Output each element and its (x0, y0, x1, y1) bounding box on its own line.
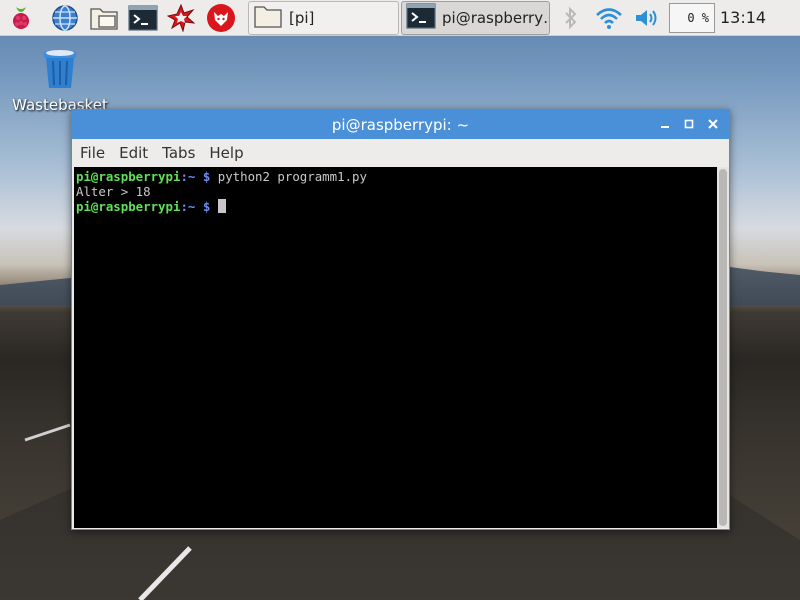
web-browser-icon[interactable] (50, 3, 80, 33)
close-button[interactable] (703, 114, 723, 134)
window-title: pi@raspberrypi: ~ (331, 115, 470, 134)
volume-icon[interactable] (632, 3, 662, 33)
desktop-icon-wastebasket[interactable]: Wastebasket (10, 46, 110, 114)
clock[interactable]: 13:14 (720, 8, 766, 27)
folder-icon (253, 3, 283, 33)
wolfram-icon[interactable] (206, 3, 236, 33)
terminal-icon (406, 3, 436, 33)
task-label: [pi] (289, 9, 315, 27)
maximize-button[interactable] (679, 114, 699, 134)
menu-edit[interactable]: Edit (119, 144, 148, 162)
menu-help[interactable]: Help (209, 144, 243, 162)
prompt-user: pi@raspberrypi (76, 169, 181, 184)
terminal-line: pi@raspberrypi:~ $ (76, 199, 715, 214)
menu-tabs[interactable]: Tabs (162, 144, 195, 162)
terminal-line: pi@raspberrypi:~ $ python2 programm1.py (76, 169, 715, 184)
prompt-path: :~ (180, 169, 196, 184)
task-button-file-manager[interactable]: [pi] (248, 1, 399, 35)
task-button-terminal[interactable]: pi@raspberry… (401, 1, 550, 35)
trash-icon (38, 50, 82, 94)
prompt-user: pi@raspberrypi (76, 199, 181, 214)
prompt-symbol: $ (195, 169, 218, 184)
terminal-window: pi@raspberrypi: ~ File Edit Tabs Help pi… (71, 109, 730, 530)
terminal-icon[interactable] (128, 3, 158, 33)
command-text: python2 programm1.py (217, 169, 367, 184)
output-text: Alter > 18 (76, 184, 151, 199)
task-label: pi@raspberry… (442, 9, 549, 27)
cpu-usage-value: 0 % (687, 11, 709, 25)
file-manager-icon[interactable] (89, 3, 119, 33)
wifi-icon[interactable] (594, 3, 624, 33)
scrollbar[interactable] (717, 167, 729, 528)
terminal-line: Alter > 18 (76, 184, 715, 199)
taskbar: [pi] pi@raspberry… 0 % 13:14 (0, 0, 800, 36)
menu-bar: File Edit Tabs Help (72, 139, 729, 166)
minimize-button[interactable] (655, 114, 675, 134)
window-titlebar[interactable]: pi@raspberrypi: ~ (72, 110, 729, 139)
prompt-path: :~ (180, 199, 196, 214)
terminal-output[interactable]: pi@raspberrypi:~ $ python2 programm1.py A… (74, 167, 717, 528)
raspberry-menu-icon[interactable] (6, 3, 36, 33)
scrollbar-thumb[interactable] (719, 169, 727, 526)
cpu-usage-monitor[interactable]: 0 % (669, 3, 715, 33)
mathematica-icon[interactable] (166, 3, 196, 33)
text-cursor (217, 199, 226, 213)
prompt-symbol: $ (195, 199, 218, 214)
bluetooth-icon[interactable] (556, 3, 586, 33)
menu-file[interactable]: File (80, 144, 105, 162)
